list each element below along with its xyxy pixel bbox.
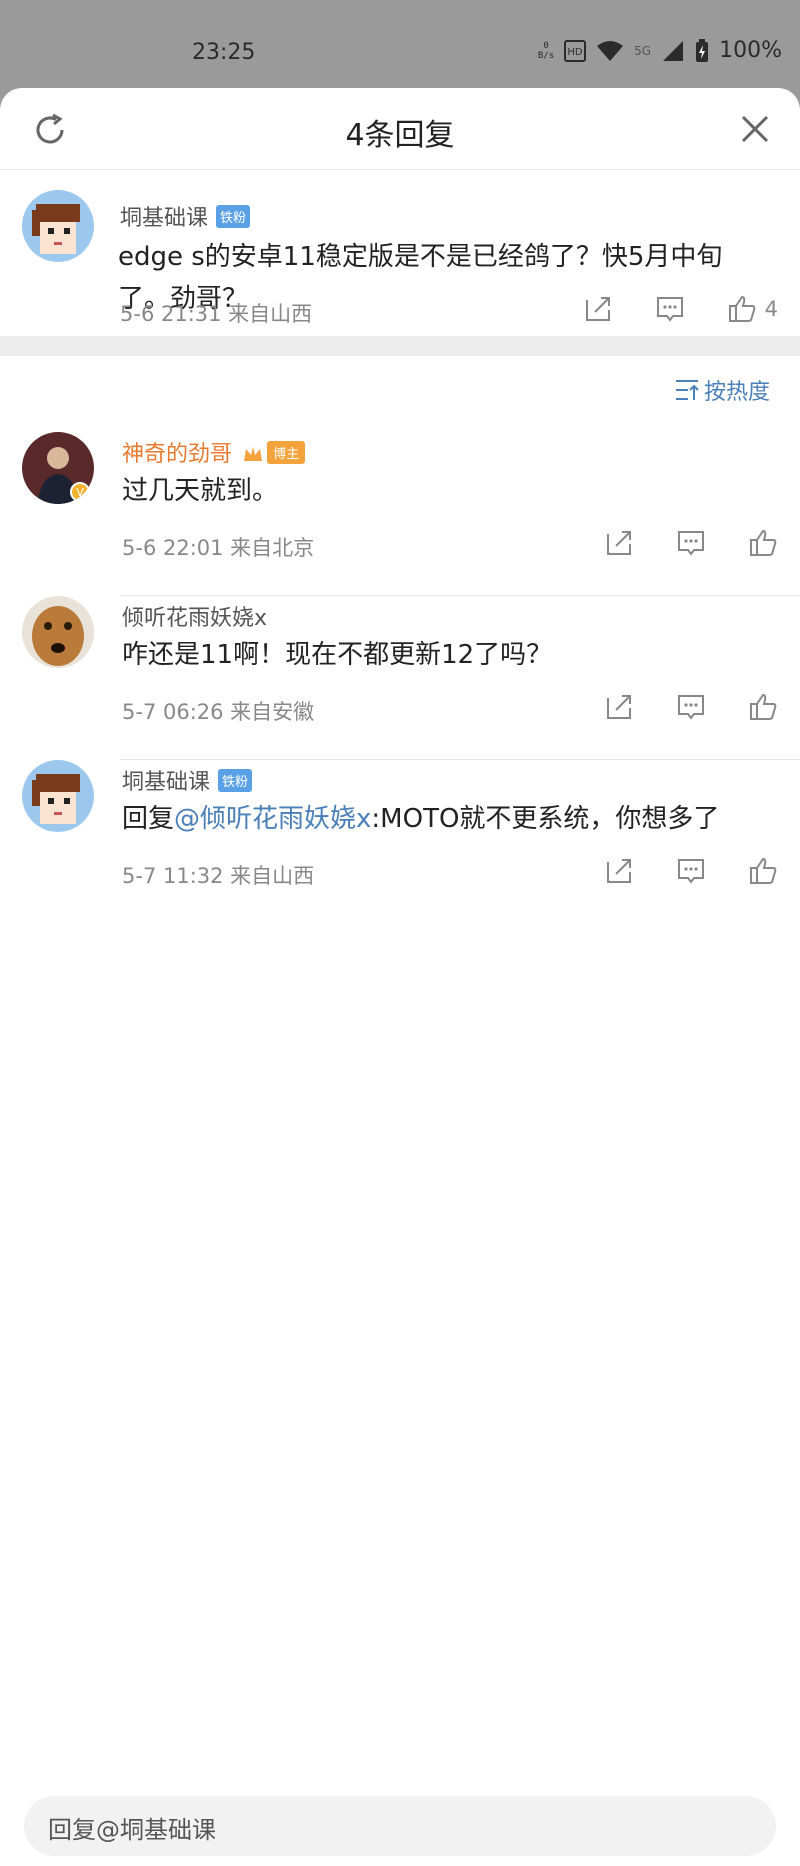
reply-meta: 5-7 11:32 来自山西 <box>122 864 315 888</box>
sheet-header: 4条回复 <box>0 88 800 170</box>
wifi-icon <box>597 40 624 61</box>
share-icon[interactable] <box>604 692 634 722</box>
hd-icon: HD <box>564 39 587 62</box>
pixel-avatar-icon <box>22 190 94 262</box>
root-username-row: 垌基础课 铁粉 <box>120 200 251 232</box>
comment-icon[interactable] <box>676 692 706 722</box>
avatar[interactable]: V <box>22 432 94 504</box>
reply-item: 垌基础课 铁粉 回复@倾听花雨妖娆x:MOTO就不更系统，你想多了 5-7 11:… <box>0 760 800 924</box>
reply-actions <box>562 856 778 886</box>
reply-prefix: 回复 <box>122 804 175 834</box>
reply-item: V 神奇的劲哥 博主 过几天就到。 5-6 22:01 来自北京 <box>0 432 800 596</box>
username[interactable]: 垌基础课 <box>120 206 208 231</box>
avatar[interactable] <box>22 760 94 832</box>
status-bar: 23:25 0 B/s HD 5G 100% <box>0 0 800 90</box>
reply-username-row: 垌基础课 铁粉 <box>122 764 253 796</box>
status-time: 23:25 <box>192 40 256 65</box>
like-icon[interactable] <box>748 528 778 558</box>
like-icon[interactable] <box>727 294 757 324</box>
reply-username-row: 神奇的劲哥 博主 <box>122 436 306 468</box>
reply-text: 咋还是11啊！现在不都更新12了吗？ <box>122 640 553 670</box>
svg-text:HD: HD <box>568 47 584 58</box>
avatar[interactable] <box>22 190 94 262</box>
share-icon[interactable] <box>604 856 634 886</box>
username[interactable]: 神奇的劲哥 <box>122 442 232 467</box>
sort-label: 按热度 <box>703 380 770 405</box>
crown-icon <box>244 447 263 461</box>
battery-icon <box>696 38 709 62</box>
comment-icon[interactable] <box>676 856 706 886</box>
net-speed: 0 B/s <box>537 40 555 61</box>
photo-avatar-icon: V <box>22 432 94 504</box>
fan-badge: 铁粉 <box>218 769 253 792</box>
sort-icon <box>675 380 699 400</box>
avatar[interactable] <box>22 596 94 668</box>
replies-sheet: 4条回复 垌基础课 铁粉 edge s的安卓11稳定版是不是已经鸽了？快5月中旬了… <box>0 88 800 1866</box>
reply-meta: 5-6 22:01 来自北京 <box>122 536 315 560</box>
section-divider <box>0 336 800 356</box>
mention-link[interactable]: @倾听花雨妖娆x <box>174 804 371 834</box>
signal-icon <box>663 40 684 61</box>
reply-input[interactable]: 回复@垌基础课 <box>24 1796 776 1856</box>
reply-text: 回复@倾听花雨妖娆x:MOTO就不更系统，你想多了 <box>122 798 719 835</box>
share-icon[interactable] <box>583 294 613 324</box>
status-icons: 0 B/s HD 5G 100% <box>538 38 782 63</box>
comment-meta: 5-6 21:31 来自山西 <box>120 302 313 326</box>
reply-actions <box>562 692 778 722</box>
pixel-avatar-icon <box>22 760 94 832</box>
sort-toggle[interactable]: 按热度 <box>674 374 770 406</box>
reply-meta: 5-7 06:26 来自安徽 <box>122 700 315 724</box>
reply-item: 倾听花雨妖娆x 咋还是11啊！现在不都更新12了吗？ 5-7 06:26 来自安… <box>0 596 800 760</box>
svg-text:V: V <box>76 486 84 499</box>
dog-avatar-icon <box>22 596 94 668</box>
username[interactable]: 垌基础课 <box>122 770 210 795</box>
like-icon[interactable] <box>748 692 778 722</box>
reply-text: 过几天就到。 <box>122 476 279 506</box>
close-icon[interactable] <box>740 114 770 144</box>
reply-actions <box>562 528 778 558</box>
sheet-title: 4条回复 <box>345 118 455 153</box>
root-comment: 垌基础课 铁粉 edge s的安卓11稳定版是不是已经鸽了？快5月中旬了。劲哥？ <box>0 170 800 390</box>
root-actions: 4 <box>541 294 778 324</box>
username[interactable]: 倾听花雨妖娆x <box>122 606 267 631</box>
host-badge: 博主 <box>267 441 306 464</box>
fan-badge: 铁粉 <box>216 205 251 228</box>
battery-level: 100% <box>719 38 782 63</box>
comment-icon[interactable] <box>655 294 685 324</box>
share-icon[interactable] <box>604 528 634 558</box>
reply-suffix: :MOTO就不更系统，你想多了 <box>371 804 720 834</box>
comment-icon[interactable] <box>676 528 706 558</box>
reply-username-row: 倾听花雨妖娆x <box>122 600 267 632</box>
network-type: 5G <box>634 43 652 58</box>
like-icon[interactable] <box>748 856 778 886</box>
like-count: 4 <box>764 297 778 321</box>
